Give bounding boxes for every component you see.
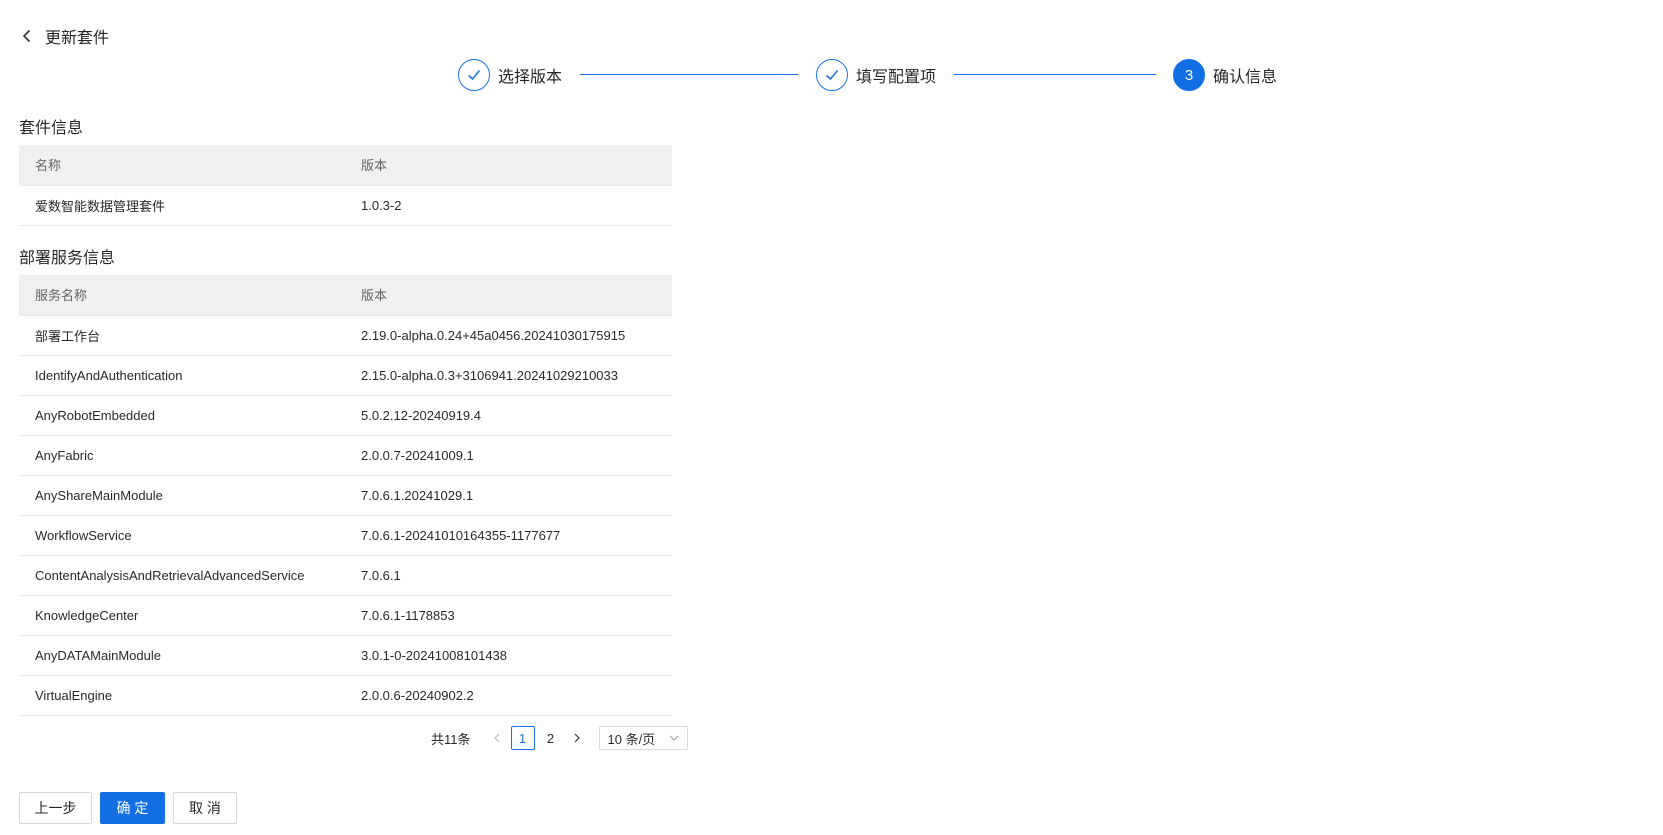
service-name: AnyRobotEmbedded — [19, 395, 345, 436]
table-row: VirtualEngine 2.0.0.6-20240902.2 — [19, 675, 672, 716]
service-version: 3.0.1-0-20241008101438 — [345, 635, 672, 676]
prev-page-button[interactable] — [489, 726, 505, 750]
step-label: 确认信息 — [1213, 69, 1278, 86]
service-name: ContentAnalysisAndRetrievalAdvancedServi… — [19, 555, 345, 596]
service-name: AnyDATAMainModule — [19, 635, 345, 676]
table-row: KnowledgeCenter 7.0.6.1-1178853 — [19, 595, 672, 636]
step-connector — [954, 74, 1156, 75]
service-version: 7.0.6.1.20241029.1 — [345, 475, 672, 516]
table-row: 部署工作台 2.19.0-alpha.0.24+45a0456.202410301… — [19, 315, 672, 356]
service-version: 2.19.0-alpha.0.24+45a0456.20241030175915 — [345, 315, 672, 356]
page-header: 更新套件 — [19, 24, 109, 48]
confirm-button[interactable]: 确 定 — [100, 792, 165, 824]
service-version: 2.0.0.7-20241009.1 — [345, 435, 672, 476]
table-header-row: 名称 版本 — [19, 145, 672, 186]
suite-info-title: 套件信息 — [19, 120, 84, 137]
next-page-button[interactable] — [569, 726, 585, 750]
service-table: 服务名称 版本 部署工作台 2.19.0-alpha.0.24+45a0456.2… — [19, 275, 672, 716]
table-row: AnyFabric 2.0.0.7-20241009.1 — [19, 435, 672, 476]
chevron-right-icon — [574, 733, 580, 743]
service-name: AnyShareMainModule — [19, 475, 345, 516]
footer-actions: 上一步 确 定 取 消 — [19, 792, 245, 824]
service-name: KnowledgeCenter — [19, 595, 345, 636]
steps-bar: 选择版本 填写配置项 3 确认信息 — [0, 58, 1663, 92]
page-item-1[interactable]: 1 — [510, 726, 535, 750]
service-version: 2.15.0-alpha.0.3+3106941.20241029210033 — [345, 355, 672, 396]
table-row: AnyRobotEmbedded 5.0.2.12-20240919.4 — [19, 395, 672, 436]
table-header-row: 服务名称 版本 — [19, 275, 672, 316]
column-header-service-name: 服务名称 — [19, 275, 345, 316]
page-size-value: 10 条/页 — [607, 731, 656, 747]
step-done-indicator — [458, 59, 490, 91]
table-row: WorkflowService 7.0.6.1-20241010164355-11… — [19, 515, 672, 556]
service-info-title: 部署服务信息 — [19, 250, 116, 267]
cancel-button[interactable]: 取 消 — [173, 792, 237, 824]
step-done-indicator — [816, 59, 848, 91]
page-item-2[interactable]: 2 — [539, 726, 563, 750]
prev-step-button[interactable]: 上一步 — [19, 792, 92, 824]
page-size-select[interactable]: 10 条/页 — [598, 726, 688, 750]
service-version: 7.0.6.1-20241010164355-1177677 — [345, 515, 672, 556]
chevron-down-icon — [669, 735, 678, 741]
step-select-version: 选择版本 — [458, 58, 562, 92]
step-fill-config: 填写配置项 — [816, 58, 936, 92]
column-header-version: 版本 — [345, 275, 672, 316]
service-name: AnyFabric — [19, 435, 345, 476]
service-version: 7.0.6.1-1178853 — [345, 595, 672, 636]
table-row: AnyShareMainModule 7.0.6.1.20241029.1 — [19, 475, 672, 516]
step-label: 选择版本 — [498, 69, 563, 86]
table-row: IdentifyAndAuthentication 2.15.0-alpha.0.… — [19, 355, 672, 396]
check-icon — [468, 70, 481, 81]
column-header-name: 名称 — [19, 145, 345, 186]
back-arrow-icon[interactable] — [19, 28, 35, 44]
table-row: ContentAnalysisAndRetrievalAdvancedServi… — [19, 555, 672, 596]
pagination: 共11条 1 2 10 条/页 — [431, 726, 688, 750]
chevron-left-icon — [493, 733, 499, 743]
page-title: 更新套件 — [45, 30, 110, 47]
column-header-version: 版本 — [345, 145, 672, 186]
service-version: 5.0.2.12-20240919.4 — [345, 395, 672, 436]
service-version: 2.0.0.6-20240902.2 — [345, 675, 672, 716]
total-count: 共11条 — [431, 731, 471, 747]
suite-version: 1.0.3-2 — [345, 185, 672, 226]
update-suite-page: 更新套件 选择版本 填写配置项 3 确认信息 套件信息 名称 版本 爱数智能数据… — [0, 0, 1663, 835]
service-name: 部署工作台 — [19, 315, 345, 356]
table-row: AnyDATAMainModule 3.0.1-0-20241008101438 — [19, 635, 672, 676]
step-number: 3 — [1173, 59, 1205, 91]
check-icon — [826, 70, 839, 81]
service-name: IdentifyAndAuthentication — [19, 355, 345, 396]
service-name: WorkflowService — [19, 515, 345, 556]
suite-table: 名称 版本 爱数智能数据管理套件 1.0.3-2 — [19, 145, 672, 226]
step-label: 填写配置项 — [856, 69, 937, 86]
step-confirm-info: 3 确认信息 — [1173, 58, 1277, 92]
step-connector — [580, 74, 798, 75]
suite-name: 爱数智能数据管理套件 — [19, 185, 345, 226]
service-name: VirtualEngine — [19, 675, 345, 716]
table-row: 爱数智能数据管理套件 1.0.3-2 — [19, 185, 672, 226]
service-version: 7.0.6.1 — [345, 555, 672, 596]
